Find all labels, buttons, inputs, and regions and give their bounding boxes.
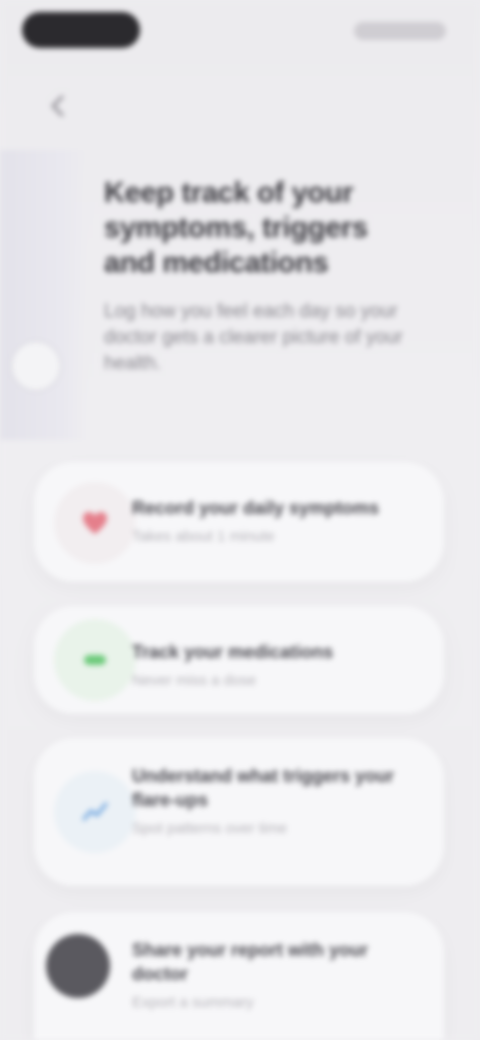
hero: Keep track of your symptoms, triggers an… [104,176,424,436]
feature-card-medications[interactable]: Track your medications Never miss a dose [34,606,444,714]
side-panel [0,150,88,440]
card-title: Understand what triggers your flare-ups [132,766,395,810]
doctor-icon [46,934,110,998]
card-subtitle: Spot patterns over time [132,820,288,837]
onboarding-screen: 9:41 5G 100% Keep track of your symptoms… [0,0,480,1040]
card-title: Record your daily symptoms [132,498,380,518]
status-time: 9:41 [22,12,140,48]
pill-icon [54,619,136,701]
card-subtitle: Takes about 1 minute [132,528,275,545]
card-subtitle: Never miss a dose [132,672,257,689]
back-arrow-icon [51,95,64,117]
feature-card-symptoms[interactable]: Record your daily symptoms Takes about 1… [34,462,444,582]
heart-icon [54,482,136,564]
page-description: Log how you feel each day so your doctor… [104,301,403,374]
back-button[interactable] [38,86,78,126]
card-subtitle: Export a summary [132,994,254,1011]
feature-card-share[interactable]: Share your report with your doctor Expor… [34,912,444,1040]
status-indicators: 5G 100% [354,22,446,40]
status-bar: 9:41 5G 100% [0,0,480,64]
card-title: Track your medications [132,642,334,662]
chart-icon [54,771,136,853]
card-title: Share your report with your doctor [132,940,369,984]
feature-card-triggers[interactable]: Understand what triggers your flare-ups … [34,738,444,886]
chevron-icon [10,340,62,392]
page-title: Keep track of your symptoms, triggers an… [104,177,368,279]
